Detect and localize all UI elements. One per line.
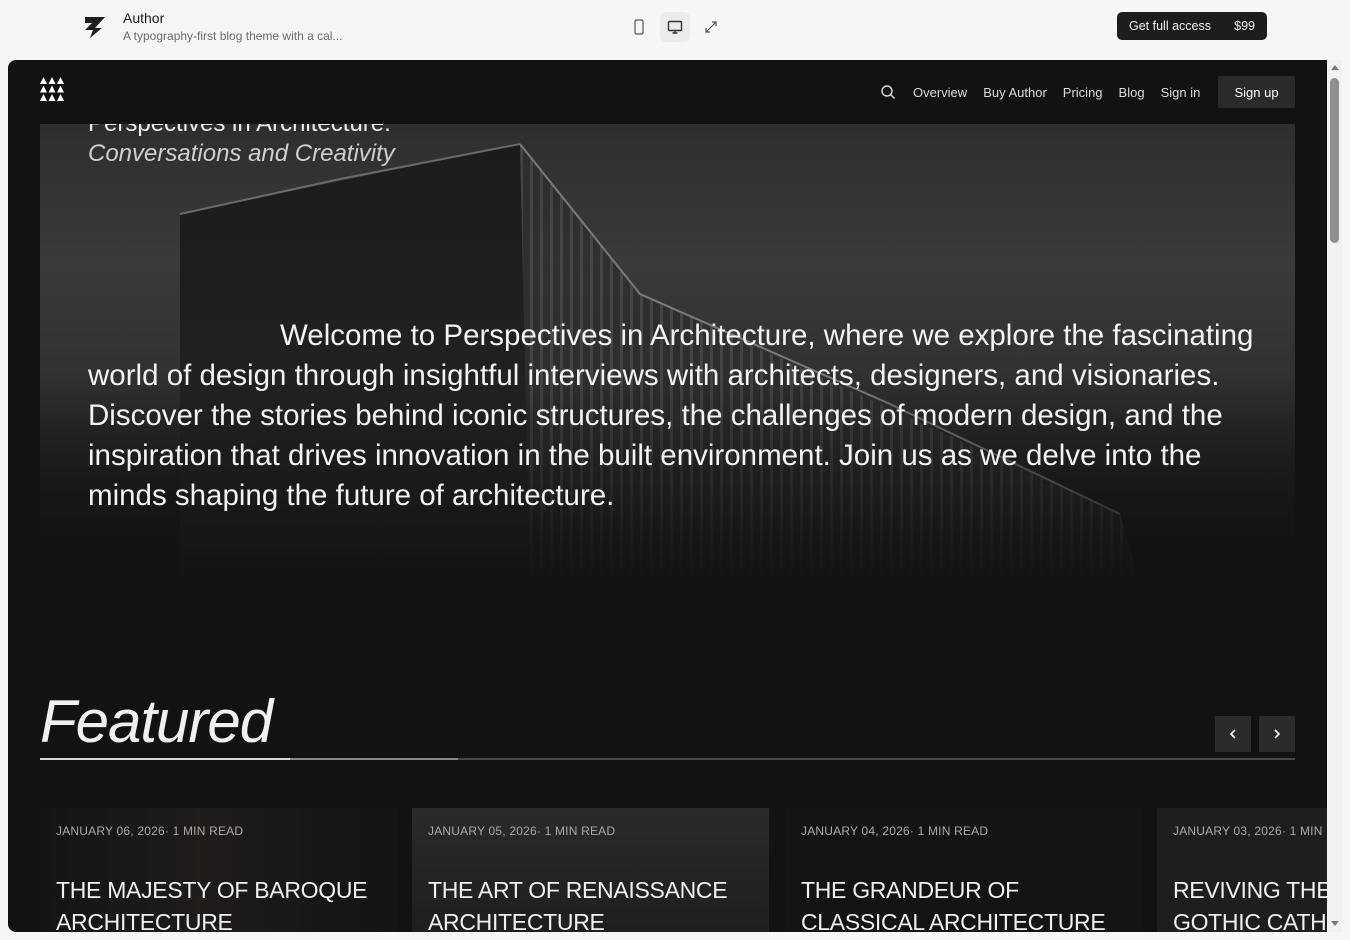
featured-progress-secondary [290,758,458,760]
monitor-icon [667,20,683,34]
card-meta: JANUARY 05, 2026· 1 MIN READ [428,824,616,838]
card-title: THE ART OF RENAISSANCE ARCHITECTURE [428,877,728,932]
card-meta: JANUARY 03, 2026· 1 MIN READ [1173,824,1342,838]
hero-intro-text: Welcome to Perspectives in Architecture,… [88,319,1254,512]
nav-overview[interactable]: Overview [913,85,967,100]
featured-heading: Featured [40,688,273,755]
scrollbar-thumb[interactable] [1330,78,1339,243]
search-icon[interactable] [880,84,896,100]
chevron-left-icon [1229,729,1236,739]
sign-up-button[interactable]: Sign up [1218,76,1295,108]
scroll-down-arrow-icon[interactable] [1331,921,1339,926]
scroll-up-arrow-icon[interactable] [1331,65,1339,70]
hero-section: Perspectives in Architecture: Conversati… [40,124,1295,584]
card-title: THE MAJESTY OF BAROQUE ARCHITECTURE [56,877,368,932]
hero-tagline: Conversations and Creativity [88,140,395,167]
featured-card[interactable]: JANUARY 06, 2026· 1 MIN READ THE MAJESTY… [40,808,397,932]
cta-price: $99 [1234,19,1255,33]
preview-toolbar: Author A typography-first blog theme wit… [0,0,1350,60]
featured-card[interactable]: JANUARY 05, 2026· 1 MIN READ THE ART OF … [412,808,769,932]
get-full-access-button[interactable]: Get full access $99 [1117,12,1267,40]
nav-pricing[interactable]: Pricing [1063,85,1103,100]
card-title: REVIVING THE GLORY OF GOTHIC CATHEDRALS [1173,877,1342,932]
mobile-icon [634,19,644,35]
featured-next-button[interactable] [1259,716,1295,752]
nav-buy-author[interactable]: Buy Author [983,85,1047,100]
cta-label: Get full access [1129,19,1211,33]
featured-card[interactable]: JANUARY 04, 2026· 1 MIN READ THE GRANDEU… [785,808,1142,932]
featured-card[interactable]: JANUARY 03, 2026· 1 MIN READ REVIVING TH… [1157,808,1342,932]
hero-title: Perspectives in Architecture: [88,124,391,138]
card-title: THE GRANDEUR OF CLASSICAL ARCHITECTURE [801,877,1106,932]
site-preview-frame: Overview Buy Author Pricing Blog Sign in… [8,60,1342,932]
card-meta: JANUARY 06, 2026· 1 MIN READ [56,824,244,838]
desktop-view-button[interactable] [660,12,690,42]
preview-scrollbar[interactable] [1327,60,1342,932]
product-subtitle: A typography-first blog theme with a cal… [123,29,343,43]
author-logo-icon [85,17,105,38]
chevron-right-icon [1274,729,1281,739]
featured-prev-button[interactable] [1215,716,1251,752]
product-title: Author [123,10,165,26]
card-meta: JANUARY 04, 2026· 1 MIN READ [801,824,989,838]
nav-blog[interactable]: Blog [1119,85,1145,100]
nav-sign-in[interactable]: Sign in [1161,85,1201,100]
featured-progress-indicator [40,758,290,760]
site-logo-icon[interactable] [40,77,64,101]
mobile-view-button[interactable] [624,12,654,42]
fullscreen-button[interactable] [696,12,726,42]
site-nav: Overview Buy Author Pricing Blog Sign in [878,76,1216,108]
expand-icon [705,21,717,33]
